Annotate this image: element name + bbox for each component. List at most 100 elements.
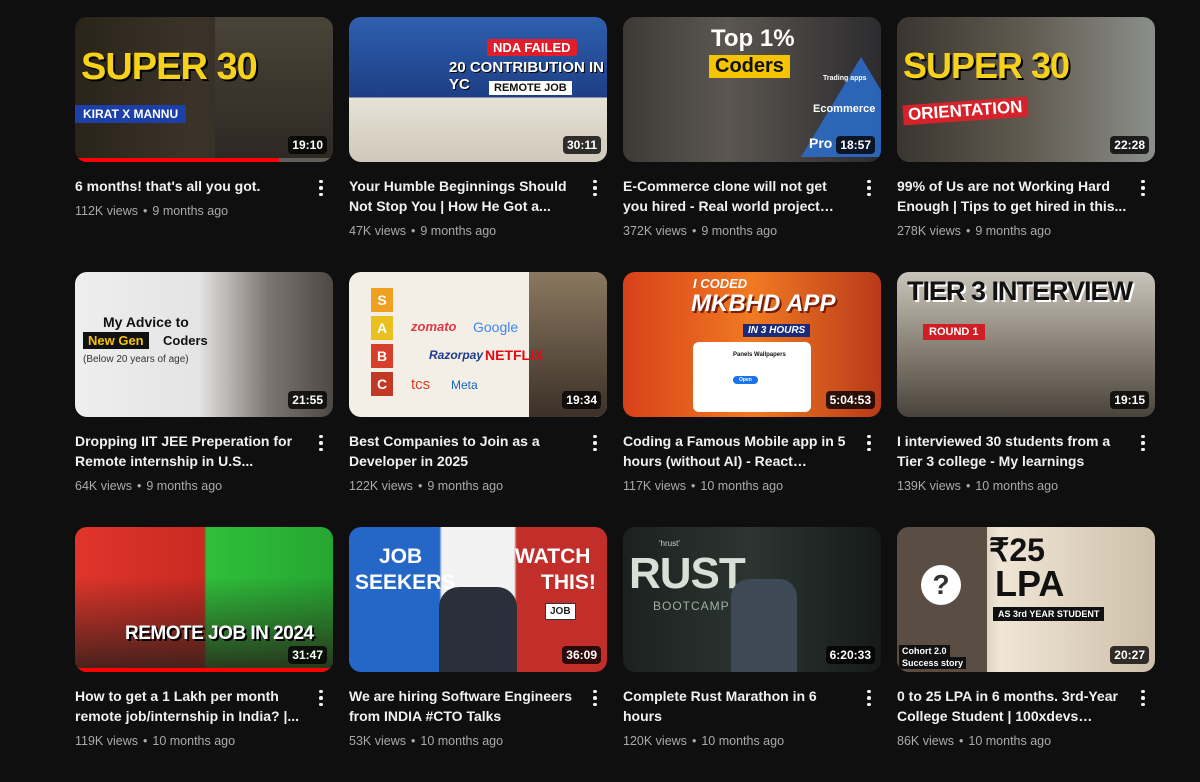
more-options-icon[interactable] [1133,176,1153,200]
more-options-icon[interactable] [859,686,879,710]
video-thumbnail[interactable]: I CODED MKBHD APP IN 3 HOURS Panels Wall… [623,272,881,417]
thumb-caption: SEEKERS [355,571,456,594]
video-stats: 86K views • 10 months ago [897,732,1127,750]
video-thumbnail[interactable]: My Advice to New Gen Coders (Below 20 ye… [75,272,333,417]
view-count: 139K views [897,479,961,493]
thumb-caption: THIS! [541,571,596,594]
video-stats: 372K views • 9 months ago [623,222,853,240]
video-title[interactable]: Complete Rust Marathon in 6 hours [623,686,853,726]
video-duration: 31:47 [288,646,327,664]
more-options-icon[interactable] [311,686,331,710]
separator: • [691,734,697,748]
video-thumbnail[interactable]: 'hrust' RUST BOOTCAMP 6:20:33 [623,527,881,672]
company-logo: NETFLIX [485,347,544,363]
more-options-icon[interactable] [859,176,879,200]
video-title[interactable]: 99% of Us are not Working Hard Enough | … [897,176,1127,216]
video-duration: 36:09 [562,646,601,664]
video-duration: 19:10 [288,136,327,154]
video-card: ? ₹25 LPA AS 3rd YEAR STUDENT Cohort 2.0… [897,527,1155,782]
video-thumbnail[interactable]: S A B C zomato Google Razorpay NETFLIX t… [349,272,607,417]
separator: • [965,224,971,238]
thumb-caption: Ecommerce [813,103,876,115]
more-options-icon[interactable] [585,176,605,200]
video-thumbnail[interactable]: JOB SEEKERS WATCH THIS! JOB 36:09 [349,527,607,672]
separator: • [143,204,148,218]
separator: • [417,479,423,493]
video-thumbnail[interactable]: Top 1% Coders Trading apps Ecommerce Pro… [623,17,881,162]
video-stats: 122K views • 9 months ago [349,477,579,495]
separator: • [410,734,416,748]
video-card: JOB SEEKERS WATCH THIS! JOB 36:09 We are… [349,527,607,782]
view-count: 120K views [623,734,687,748]
thumb-headline: SUPER 30 [903,45,1070,86]
thumb-caption: Success story [899,657,967,669]
more-options-icon[interactable] [1133,686,1153,710]
thumb-headline: Top 1% [711,25,795,52]
view-count: 112K views [75,204,138,218]
separator: • [410,224,416,238]
upload-age: 9 months ago [152,204,229,218]
video-thumbnail[interactable]: ? ₹25 LPA AS 3rd YEAR STUDENT Cohort 2.0… [897,527,1155,672]
thumb-caption: ROUND 1 [923,324,985,340]
company-logo: Meta [451,378,478,392]
video-title[interactable]: Coding a Famous Mobile app in 5 hours (w… [623,431,853,471]
thumb-caption: REMOTE JOB [489,81,572,95]
upload-age: 9 months ago [146,479,223,493]
video-thumbnail[interactable]: SUPER 30 KIRAT X MANNU 19:10 [75,17,333,162]
more-options-icon[interactable] [585,686,605,710]
upload-age: 9 months ago [975,224,1052,238]
video-title[interactable]: Best Companies to Join as a Developer in… [349,431,579,471]
upload-age: 10 months ago [152,734,236,748]
video-title[interactable]: Dropping IIT JEE Preperation for Remote … [75,431,305,471]
video-duration: 20:27 [1110,646,1149,664]
video-stats: 112K views • 9 months ago [75,202,305,220]
more-options-icon[interactable] [859,431,879,455]
separator: • [691,224,697,238]
video-thumbnail[interactable]: SUPER 30 ORIENTATION 22:28 [897,17,1155,162]
tier-label: A [371,316,393,340]
video-card: REMOTE JOB IN 2024 31:47 How to get a 1 … [75,527,333,782]
thumb-caption: I CODED [693,276,748,291]
video-card: S A B C zomato Google Razorpay NETFLIX t… [349,272,607,527]
thumb-headline: RUST [629,549,746,598]
more-options-icon[interactable] [585,431,605,455]
video-stats: 117K views • 10 months ago [623,477,853,495]
video-thumbnail[interactable]: NDA FAILED 20 CONTRIBUTION IN YC REMOTE … [349,17,607,162]
video-title[interactable]: E-Commerce clone will not get you hired … [623,176,853,216]
video-card: SUPER 30 KIRAT X MANNU 19:10 6 months! t… [75,17,333,272]
upload-age: 10 months ago [420,734,504,748]
more-options-icon[interactable] [1133,431,1153,455]
video-duration: 19:15 [1110,391,1149,409]
person-graphic [731,579,797,672]
upload-age: 9 months ago [427,479,504,493]
question-mark-icon: ? [921,565,961,605]
company-logo: Razorpay [429,348,484,362]
video-card: SUPER 30 ORIENTATION 22:28 99% of Us are… [897,17,1155,272]
video-title[interactable]: We are hiring Software Engineers from IN… [349,686,579,726]
video-card: I CODED MKBHD APP IN 3 HOURS Panels Wall… [623,272,881,527]
video-thumbnail[interactable]: REMOTE JOB IN 2024 31:47 [75,527,333,672]
video-title[interactable]: How to get a 1 Lakh per month remote job… [75,686,305,726]
view-count: 372K views [623,224,687,238]
thumb-caption: LPA [995,563,1065,604]
upload-age: 10 months ago [700,479,784,493]
thumb-caption: AS 3rd YEAR STUDENT [993,607,1105,621]
more-options-icon[interactable] [311,176,331,200]
thumb-caption: 'hrust' [659,539,680,548]
video-title[interactable]: 6 months! that's all you got. [75,176,305,196]
video-title[interactable]: I interviewed 30 students from a Tier 3 … [897,431,1127,471]
thumb-headline: My Advice to [103,314,189,330]
thumb-headline: MKBHD APP [691,290,836,317]
upload-age: 10 months ago [701,734,785,748]
video-stats: 139K views • 10 months ago [897,477,1127,495]
video-stats: 120K views • 10 months ago [623,732,853,750]
video-thumbnail[interactable]: TIER 3 INTERVIEW ROUND 1 19:15 [897,272,1155,417]
more-options-icon[interactable] [311,431,331,455]
video-title[interactable]: Your Humble Beginnings Should Not Stop Y… [349,176,579,216]
video-title[interactable]: 0 to 25 LPA in 6 months. 3rd-Year Colleg… [897,686,1127,726]
view-count: 64K views [75,479,132,493]
video-stats: 47K views • 9 months ago [349,222,579,240]
view-count: 117K views [623,479,686,493]
thumb-caption: IN 3 HOURS [743,324,811,337]
video-duration: 30:11 [562,136,601,154]
